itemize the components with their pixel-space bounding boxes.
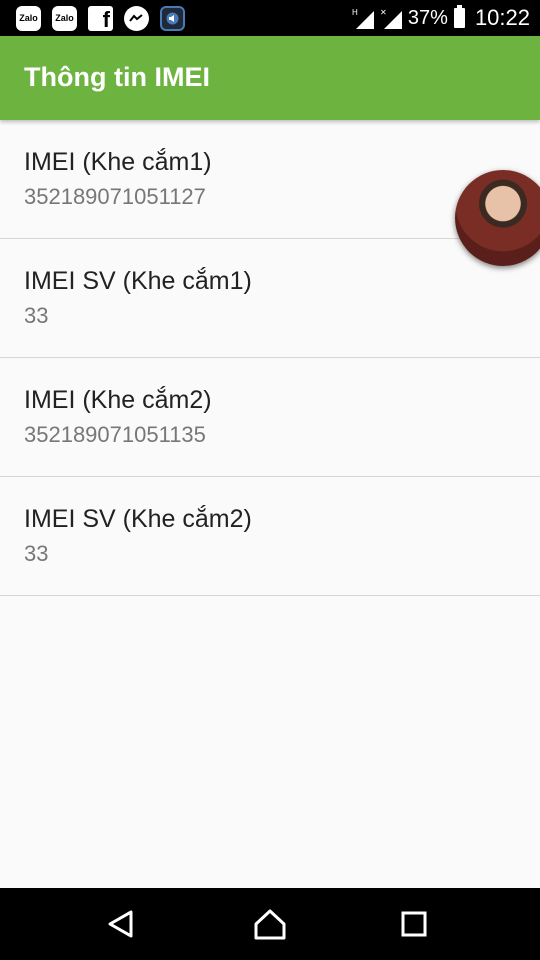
- notification-icons: Zalo Zalo f: [16, 5, 185, 31]
- battery-icon: [453, 5, 465, 28]
- chat-head-avatar[interactable]: [455, 170, 540, 266]
- facebook-icon: f: [88, 5, 113, 31]
- zalo-icon: Zalo: [52, 5, 77, 31]
- item-title: IMEI SV (Khe cắm2): [24, 505, 252, 533]
- item-title: IMEI SV (Khe cắm1): [24, 267, 252, 295]
- messenger-icon: [124, 5, 149, 31]
- list-item[interactable]: IMEI SV (Khe cắm1) 33: [0, 239, 540, 358]
- item-value: 33: [24, 541, 49, 566]
- recents-icon[interactable]: [392, 902, 436, 946]
- page-title: Thông tin IMEI: [24, 62, 210, 92]
- imei-list: IMEI (Khe cắm1) 352189071051127 IMEI SV …: [0, 120, 540, 596]
- item-value: 352189071051127: [24, 184, 206, 209]
- svg-text:H: H: [352, 8, 358, 17]
- list-item[interactable]: IMEI (Khe cắm2) 352189071051135: [0, 358, 540, 477]
- item-value: 33: [24, 303, 49, 328]
- item-title: IMEI (Khe cắm1): [24, 148, 212, 176]
- list-item[interactable]: IMEI SV (Khe cắm2) 33: [0, 477, 540, 596]
- status-bar: Zalo Zalo f H ✕ 37% 10:22: [0, 0, 540, 36]
- navigation-bar: [0, 888, 540, 960]
- zalo-icon: Zalo: [16, 5, 41, 31]
- item-value: 352189071051135: [24, 422, 206, 447]
- signal-h-icon: H: [352, 8, 374, 29]
- clock: 10:22: [474, 5, 530, 30]
- volume-icon: [160, 5, 185, 31]
- item-title: IMEI (Khe cắm2): [24, 386, 212, 414]
- home-icon[interactable]: [248, 902, 292, 946]
- battery-percent: 37%: [407, 6, 448, 29]
- back-icon[interactable]: [98, 902, 142, 946]
- signal-x-icon: ✕: [380, 8, 402, 29]
- svg-text:✕: ✕: [380, 8, 387, 17]
- app-bar: Thông tin IMEI: [0, 36, 540, 120]
